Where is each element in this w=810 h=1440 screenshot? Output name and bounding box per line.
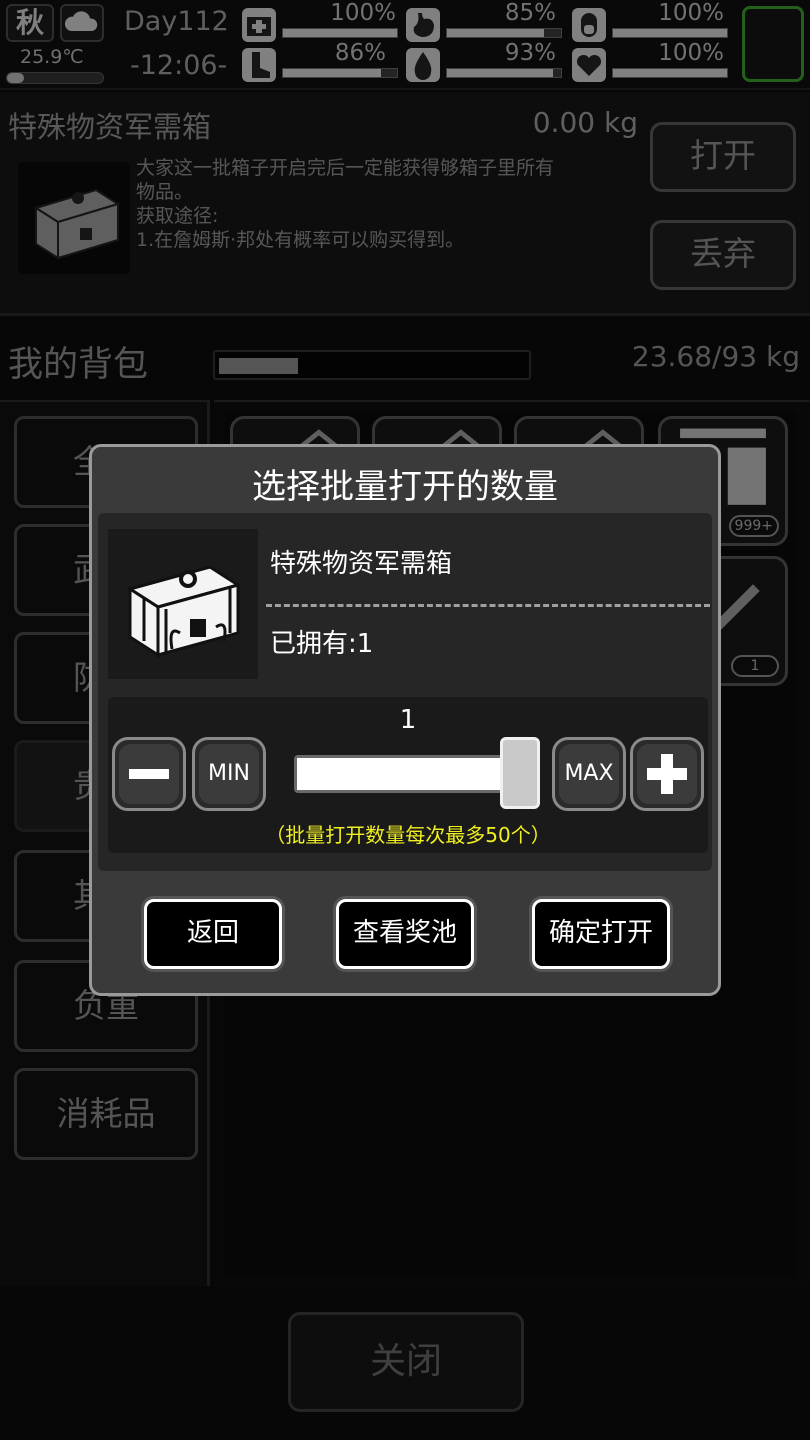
- quantity-slider[interactable]: [294, 755, 504, 793]
- confirm-open-button[interactable]: 确定打开: [532, 899, 670, 969]
- supply-crate-icon: [108, 529, 258, 679]
- quantity-limit-note: （批量打开数量每次最多50个）: [265, 823, 551, 847]
- min-button[interactable]: MIN: [192, 737, 266, 811]
- slider-handle[interactable]: [500, 737, 540, 809]
- dialog-separator: [266, 604, 710, 607]
- quantity-value: 1: [399, 705, 417, 735]
- max-button[interactable]: MAX: [552, 737, 626, 811]
- batch-open-dialog: 选择批量打开的数量 特殊物资军需箱 已拥有:1 1 MIN MAX （批量打开数…: [89, 444, 721, 996]
- view-pool-button[interactable]: 查看奖池: [336, 899, 474, 969]
- dialog-title: 选择批量打开的数量: [252, 467, 558, 507]
- dialog-body: 特殊物资军需箱 已拥有:1 1 MIN MAX （批量打开数量每次最多50个）: [98, 513, 712, 871]
- owned-count: 已拥有:1: [270, 629, 374, 659]
- dialog-item-name: 特殊物资军需箱: [270, 549, 453, 579]
- back-button[interactable]: 返回: [144, 899, 282, 969]
- minus-icon: [129, 769, 169, 779]
- decrement-button[interactable]: [112, 737, 186, 811]
- increment-button[interactable]: [630, 737, 704, 811]
- quantity-panel: 1 MIN MAX （批量打开数量每次最多50个）: [108, 697, 708, 853]
